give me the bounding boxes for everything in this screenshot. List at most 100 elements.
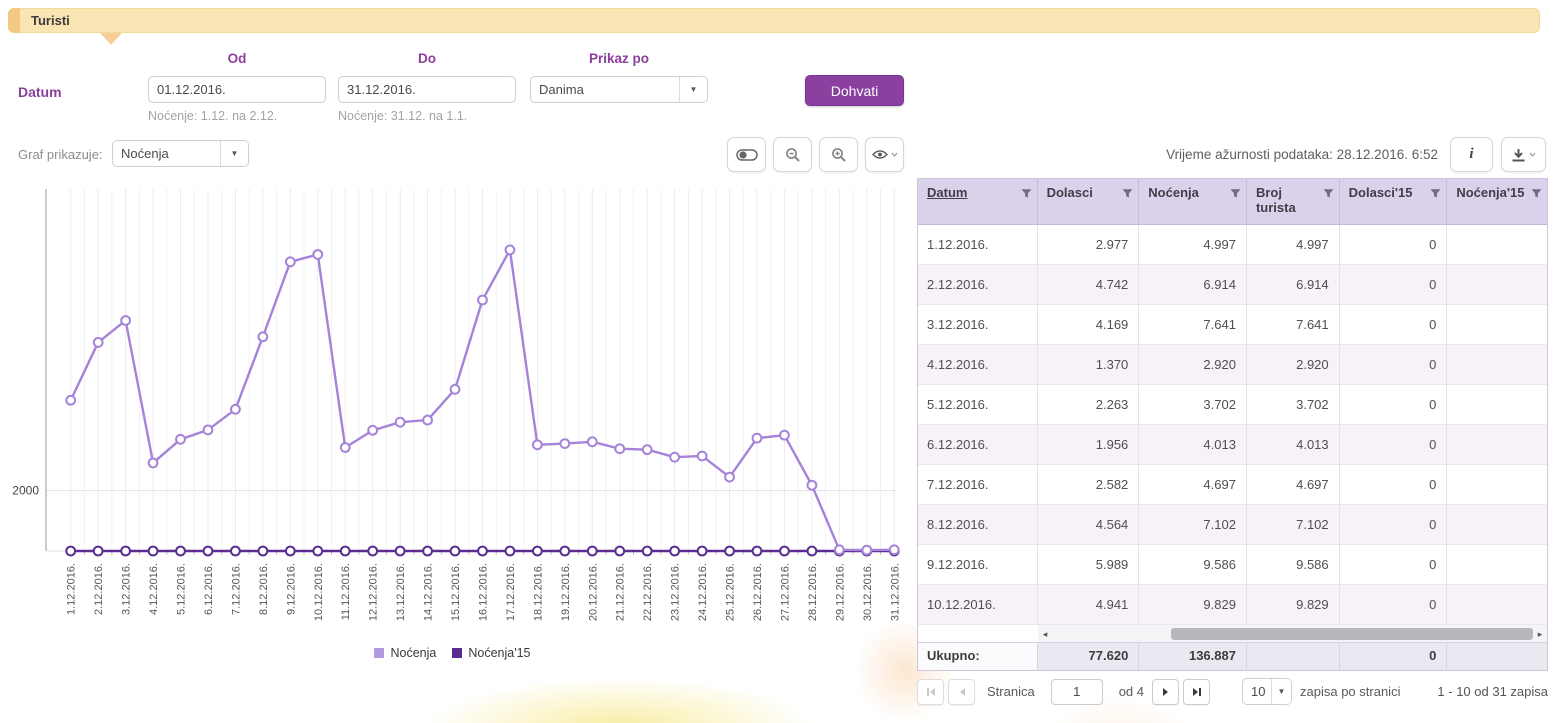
eye-icon	[872, 149, 888, 160]
seek-last-icon	[1192, 687, 1202, 697]
table-row[interactable]: 2.12.2016.4.7426.9146.9140	[918, 265, 1547, 305]
table-cell	[1447, 545, 1547, 585]
title-pointer-triangle	[100, 33, 122, 45]
data-updated-text: Vrijeme ažurnosti podataka: 28.12.2016. …	[1166, 147, 1438, 162]
toggle-icon	[736, 149, 758, 161]
chart-toggle-button[interactable]	[727, 137, 766, 172]
svg-text:13.12.2016.: 13.12.2016.	[395, 563, 407, 621]
filter-icon[interactable]	[1531, 188, 1542, 199]
page-number-input[interactable]	[1051, 679, 1103, 705]
table-cell: 9.586	[1139, 545, 1247, 585]
svg-text:21.12.2016.: 21.12.2016.	[615, 563, 627, 621]
table-row[interactable]: 5.12.2016.2.2633.7023.7020	[918, 385, 1547, 425]
page-total-label: od 4	[1119, 684, 1144, 699]
table-cell: 6.12.2016.	[918, 425, 1038, 465]
svg-text:19.12.2016.: 19.12.2016.	[560, 563, 572, 621]
table-cell	[1447, 465, 1547, 505]
table-cell: 0	[1340, 425, 1448, 465]
table-cell: 7.12.2016.	[918, 465, 1038, 505]
table-cell: 2.920	[1139, 345, 1247, 385]
hscrollbar-track[interactable]: ◂ ▸	[1038, 625, 1547, 642]
data-freshness-bar: Vrijeme ažurnosti podataka: 28.12.2016. …	[1166, 137, 1546, 172]
prikaz-po-dropdown-button[interactable]: ▼	[679, 77, 707, 102]
svg-text:10.12.2016.: 10.12.2016.	[313, 563, 325, 621]
filter-icon[interactable]	[1021, 188, 1032, 199]
chart: 20001.12.2016.2.12.2016.3.12.2016.4.12.2…	[0, 183, 905, 645]
date-to-input[interactable]	[339, 77, 516, 102]
table-cell: 4.169	[1038, 305, 1140, 345]
graf-prikazuje-select[interactable]: Noćenja ▼	[112, 140, 249, 167]
column-header[interactable]: Dolasci'15	[1340, 179, 1448, 224]
grid-footer-row: Ukupno:77.620136.8870	[918, 643, 1547, 670]
svg-text:7.12.2016.: 7.12.2016.	[230, 563, 242, 615]
column-header[interactable]: Dolasci	[1038, 179, 1140, 224]
graf-prikazuje-dropdown-button[interactable]: ▼	[220, 141, 248, 166]
table-cell: 0	[1340, 545, 1448, 585]
table-cell: 1.370	[1038, 345, 1140, 385]
table-cell: 0	[1340, 585, 1448, 625]
info-button[interactable]: i	[1450, 137, 1493, 172]
filter-icon[interactable]	[1430, 188, 1441, 199]
column-header[interactable]: Broj turista	[1247, 179, 1340, 224]
table-cell: 0	[1340, 505, 1448, 545]
table-cell: 0	[1340, 225, 1448, 265]
table-row[interactable]: 9.12.2016.5.9899.5869.5860	[918, 545, 1547, 585]
column-header[interactable]: Noćenja'15	[1447, 179, 1547, 224]
page-title: Turisti	[31, 13, 70, 28]
table-cell: 4.12.2016.	[918, 345, 1038, 385]
line-chart-canvas: 20001.12.2016.2.12.2016.3.12.2016.4.12.2…	[0, 183, 905, 645]
scroll-right-icon[interactable]: ▸	[1533, 625, 1547, 643]
dohvati-button[interactable]: Dohvati	[805, 75, 904, 106]
page-size-select[interactable]: 10 ▼	[1242, 678, 1292, 705]
legend-item[interactable]: Noćenja	[374, 646, 436, 660]
legend-item[interactable]: Noćenja'15	[452, 646, 530, 660]
legend-label: Noćenja'15	[468, 646, 530, 660]
page-size-dropdown-button[interactable]: ▼	[1271, 679, 1291, 704]
first-page-button[interactable]	[917, 679, 944, 705]
table-row[interactable]: 1.12.2016.2.9774.9974.9970	[918, 225, 1547, 265]
table-cell: 3.702	[1139, 385, 1247, 425]
table-row[interactable]: 6.12.2016.1.9564.0134.0130	[918, 425, 1547, 465]
filter-icon[interactable]	[1122, 188, 1133, 199]
zoom-out-icon	[785, 147, 801, 163]
table-row[interactable]: 10.12.2016.4.9419.8299.8290	[918, 585, 1547, 625]
table-cell	[1447, 425, 1547, 465]
next-page-button[interactable]	[1152, 679, 1179, 705]
legend-swatch-icon	[374, 648, 384, 658]
table-cell	[1447, 585, 1547, 625]
table-cell: 4.013	[1247, 425, 1340, 465]
table-row[interactable]: 3.12.2016.4.1697.6417.6410	[918, 305, 1547, 345]
date-from-input[interactable]	[149, 77, 326, 102]
visibility-menu-button[interactable]	[865, 137, 904, 172]
table-row[interactable]: 4.12.2016.1.3702.9202.9200	[918, 345, 1547, 385]
prev-page-button[interactable]	[948, 679, 975, 705]
arrow-right-icon	[1162, 687, 1170, 697]
filter-icon[interactable]	[1323, 188, 1334, 199]
table-cell: 4.941	[1038, 585, 1140, 625]
prikaz-po-select[interactable]: Danima ▼	[530, 76, 708, 103]
chevron-down-icon	[891, 152, 898, 157]
column-header[interactable]: Noćenja	[1139, 179, 1247, 224]
hscrollbar-thumb[interactable]	[1171, 628, 1533, 640]
zoom-in-button[interactable]	[819, 137, 858, 172]
table-row[interactable]: 7.12.2016.2.5824.6974.6970	[918, 465, 1547, 505]
table-cell	[1447, 385, 1547, 425]
column-header[interactable]: Datum	[918, 179, 1038, 224]
page-size-label: zapisa po stranici	[1300, 684, 1400, 699]
footer-cell: 0	[1340, 643, 1448, 670]
footer-cell: Ukupno:	[918, 643, 1038, 670]
table-cell: 2.582	[1038, 465, 1140, 505]
filter-icon[interactable]	[1230, 188, 1241, 199]
scroll-left-icon[interactable]: ◂	[1038, 625, 1052, 643]
zoom-out-button[interactable]	[773, 137, 812, 172]
chevron-down-icon	[1529, 152, 1536, 157]
export-button[interactable]	[1501, 137, 1546, 172]
table-cell: 6.914	[1247, 265, 1340, 305]
column-header-label: Dolasci	[1047, 185, 1093, 200]
svg-text:27.12.2016.: 27.12.2016.	[779, 563, 791, 621]
graf-prikazuje-value: Noćenja	[113, 141, 220, 166]
last-page-button[interactable]	[1183, 679, 1210, 705]
table-cell: 0	[1340, 465, 1448, 505]
svg-text:17.12.2016.: 17.12.2016.	[505, 563, 517, 621]
table-row[interactable]: 8.12.2016.4.5647.1027.1020	[918, 505, 1547, 545]
